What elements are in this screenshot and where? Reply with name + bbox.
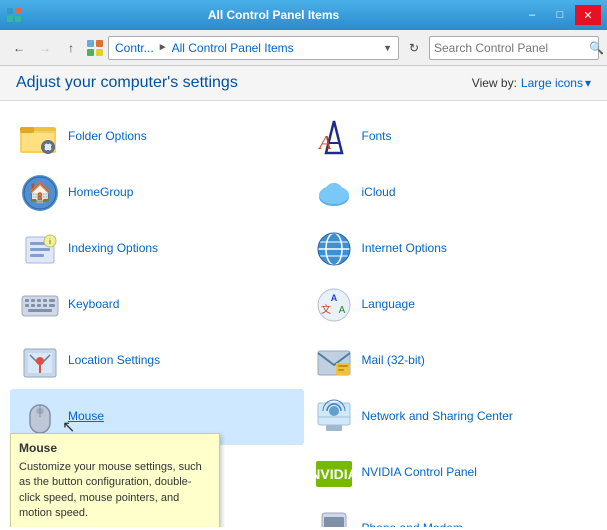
main-header: Adjust your computer's settings View by:… — [0, 66, 607, 101]
refresh-button[interactable]: ↻ — [403, 37, 425, 59]
svg-text:A: A — [330, 293, 337, 303]
svg-text:文: 文 — [321, 303, 331, 316]
mail-icon — [314, 341, 354, 381]
view-by-control: View by: Large icons ▾ — [472, 76, 591, 90]
list-item[interactable]: Internet Options — [304, 221, 598, 277]
icloud-label: iCloud — [362, 185, 396, 201]
homegroup-label: HomeGroup — [68, 185, 133, 201]
keyboard-icon — [20, 285, 60, 325]
homegroup-icon: 🏠 — [20, 173, 60, 213]
list-item[interactable]: Location Settings — [10, 333, 304, 389]
svg-text:NVIDIA: NVIDIA — [314, 466, 354, 482]
network-icon — [314, 397, 354, 437]
phone-modem-icon — [314, 509, 354, 527]
list-item[interactable]: NVIDIA NVIDIA Control Panel — [304, 445, 598, 501]
content-area: Folder Options A Fonts 🏠 HomeGro — [0, 101, 607, 527]
maximize-button[interactable]: □ — [547, 5, 573, 25]
search-box[interactable]: 🔍 — [429, 36, 599, 60]
folder-options-icon — [20, 117, 60, 157]
network-label: Network and Sharing Center — [362, 409, 513, 425]
list-item[interactable]: Phone and Modem — [304, 501, 598, 527]
keyboard-label: Keyboard — [68, 297, 119, 313]
title-bar: All Control Panel Items – □ ✕ — [0, 0, 607, 30]
fonts-icon: A — [314, 117, 354, 157]
tooltip-title: Mouse — [19, 440, 211, 457]
mouse-icon — [20, 397, 60, 437]
search-icon[interactable]: 🔍 — [589, 41, 604, 55]
back-button[interactable]: ← — [8, 37, 30, 59]
list-item[interactable]: 🏠 HomeGroup — [10, 165, 304, 221]
control-panel-icon — [86, 39, 104, 57]
window-icon — [6, 7, 22, 23]
window-title: All Control Panel Items — [28, 8, 519, 22]
svg-text:A: A — [317, 132, 332, 154]
list-item[interactable]: Mouse ↖ Mouse Customize your mouse setti… — [10, 389, 304, 445]
list-item[interactable]: Keyboard — [10, 277, 304, 333]
tooltip: Mouse Customize your mouse settings, suc… — [10, 433, 220, 527]
address-path[interactable]: Contr... ► All Control Panel Items ▼ — [108, 36, 399, 60]
language-icon: A 文 A — [314, 285, 354, 325]
path-control[interactable]: Contr... — [115, 41, 154, 55]
list-item[interactable]: Network and Sharing Center — [304, 389, 598, 445]
search-input[interactable] — [434, 41, 589, 55]
view-by-value[interactable]: Large icons ▾ — [521, 76, 591, 90]
address-bar: ← → ↑ Contr... ► All Control Panel Items… — [0, 30, 607, 66]
list-item[interactable]: A Fonts — [304, 109, 598, 165]
fonts-label: Fonts — [362, 129, 392, 145]
svg-text:A: A — [338, 305, 345, 316]
path-all-items[interactable]: All Control Panel Items — [172, 41, 294, 55]
close-button[interactable]: ✕ — [575, 5, 601, 25]
nvidia-icon: NVIDIA — [314, 453, 354, 493]
view-by-label: View by: — [472, 76, 517, 90]
list-item[interactable]: i Indexing Options — [10, 221, 304, 277]
phone-modem-label: Phone and Modem — [362, 521, 463, 527]
internet-options-icon — [314, 229, 354, 269]
list-item[interactable]: iCloud — [304, 165, 598, 221]
indexing-options-label: Indexing Options — [68, 241, 158, 257]
icloud-icon — [314, 173, 354, 213]
indexing-options-icon: i — [20, 229, 60, 269]
internet-options-label: Internet Options — [362, 241, 447, 257]
mail-label: Mail (32-bit) — [362, 353, 425, 369]
window-controls: – □ ✕ — [519, 5, 601, 25]
svg-text:i: i — [49, 239, 51, 246]
location-settings-icon — [20, 341, 60, 381]
nvidia-label: NVIDIA Control Panel — [362, 465, 477, 481]
svg-text:🏠: 🏠 — [28, 181, 53, 204]
location-settings-label: Location Settings — [68, 353, 160, 369]
path-dropdown-button[interactable]: ▼ — [383, 43, 392, 53]
list-item[interactable]: Mail (32-bit) — [304, 333, 598, 389]
folder-options-label: Folder Options — [68, 129, 147, 145]
up-button[interactable]: ↑ — [60, 37, 82, 59]
list-item[interactable]: A 文 A Language — [304, 277, 598, 333]
items-grid: Folder Options A Fonts 🏠 HomeGro — [0, 101, 607, 527]
minimize-button[interactable]: – — [519, 5, 545, 25]
list-item[interactable]: Folder Options — [10, 109, 304, 165]
page-title: Adjust your computer's settings — [16, 74, 238, 92]
forward-button[interactable]: → — [34, 37, 56, 59]
tooltip-description: Customize your mouse settings, such as t… — [19, 460, 211, 522]
language-label: Language — [362, 297, 415, 313]
